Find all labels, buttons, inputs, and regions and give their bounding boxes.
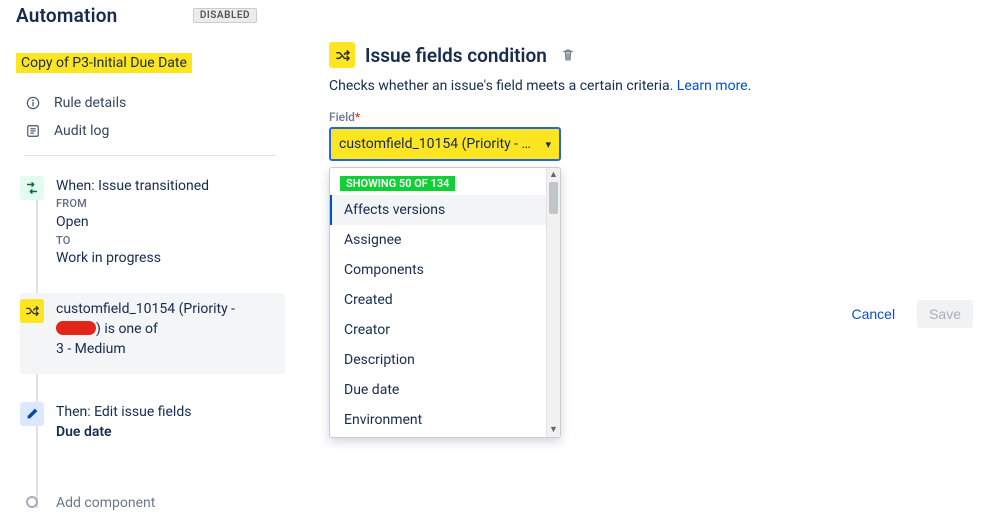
add-component[interactable]: Add component — [20, 484, 285, 525]
dropdown-results-count: SHOWING 50 OF 134 — [340, 176, 455, 191]
divider — [24, 155, 277, 156]
scroll-down-icon: ▼ — [549, 423, 558, 437]
nav-audit-log[interactable]: Audit log — [16, 117, 285, 145]
step-action[interactable]: Then: Edit issue fields Due date — [20, 396, 285, 457]
info-circle-icon — [26, 96, 40, 110]
nav-rule-details[interactable]: Rule details — [16, 89, 285, 117]
pencil-icon — [20, 402, 44, 426]
field-select[interactable]: customfield_10154 (Priority - G... ▾ — [329, 127, 561, 161]
condition-line1: customfield_10154 (Priority - ) is one o… — [56, 299, 235, 340]
trigger-to-label: TO — [56, 233, 209, 249]
dropdown-option[interactable]: Environment — [330, 405, 546, 435]
dropdown-option[interactable]: Creator — [330, 315, 546, 345]
learn-more-link[interactable]: Learn more — [677, 78, 748, 94]
condition-value: 3 - Medium — [56, 339, 235, 359]
field-select-value: customfield_10154 (Priority - G... — [339, 136, 539, 152]
condition-config-panel: Issue fields condition Checks whether an… — [285, 0, 999, 525]
action-field: Due date — [56, 422, 191, 442]
step-condition[interactable]: customfield_10154 (Priority - ) is one o… — [20, 293, 285, 374]
action-title: Then: Edit issue fields — [56, 402, 191, 422]
dropdown-option[interactable]: Created — [330, 285, 546, 315]
dropdown-option[interactable]: Description — [330, 345, 546, 375]
trigger-title: When: Issue transitioned — [56, 176, 209, 196]
rule-name[interactable]: Copy of P3-Initial Due Date — [16, 53, 192, 73]
panel-heading: Issue fields condition — [365, 44, 547, 67]
add-component-label: Add component — [56, 495, 155, 511]
field-label: Field* — [329, 110, 975, 124]
dropdown-scrollbar[interactable]: ▲ ▼ — [546, 168, 560, 437]
step-trigger[interactable]: When: Issue transitioned FROM Open TO Wo… — [20, 170, 285, 283]
trigger-from-value: Open — [56, 212, 209, 232]
list-icon — [26, 124, 40, 138]
scroll-up-icon: ▲ — [549, 168, 558, 182]
shuffle-icon — [20, 299, 44, 323]
dropdown-option[interactable]: Components — [330, 255, 546, 285]
condition-operator-select[interactable]: ⌄ — [741, 256, 999, 290]
dropdown-option[interactable]: Affects versions — [330, 195, 546, 225]
page-title: Automation — [16, 4, 117, 27]
transition-icon — [20, 176, 44, 200]
scroll-thumb[interactable] — [549, 182, 558, 214]
save-button[interactable]: Save — [917, 300, 973, 328]
trash-icon — [561, 48, 575, 62]
trigger-from-label: FROM — [56, 196, 209, 212]
nav-audit-log-label: Audit log — [54, 123, 109, 139]
dropdown-option[interactable]: Assignee — [330, 225, 546, 255]
chevron-down-icon: ▾ — [545, 138, 551, 151]
panel-description: Checks whether an issue's field meets a … — [329, 78, 975, 94]
redacted-block — [56, 321, 96, 335]
delete-button[interactable] — [561, 48, 575, 62]
cancel-button[interactable]: Cancel — [843, 300, 903, 328]
status-badge: DISABLED — [193, 8, 257, 23]
circle-outline-icon — [26, 496, 38, 508]
dropdown-option[interactable]: Due date — [330, 375, 546, 405]
automation-sidebar: Automation DISABLED Copy of P3-Initial D… — [0, 0, 285, 525]
trigger-to-value: Work in progress — [56, 248, 209, 268]
nav-rule-details-label: Rule details — [54, 95, 126, 111]
field-dropdown: SHOWING 50 OF 134 Affects versions Assig… — [329, 167, 561, 438]
shuffle-icon — [329, 42, 355, 68]
